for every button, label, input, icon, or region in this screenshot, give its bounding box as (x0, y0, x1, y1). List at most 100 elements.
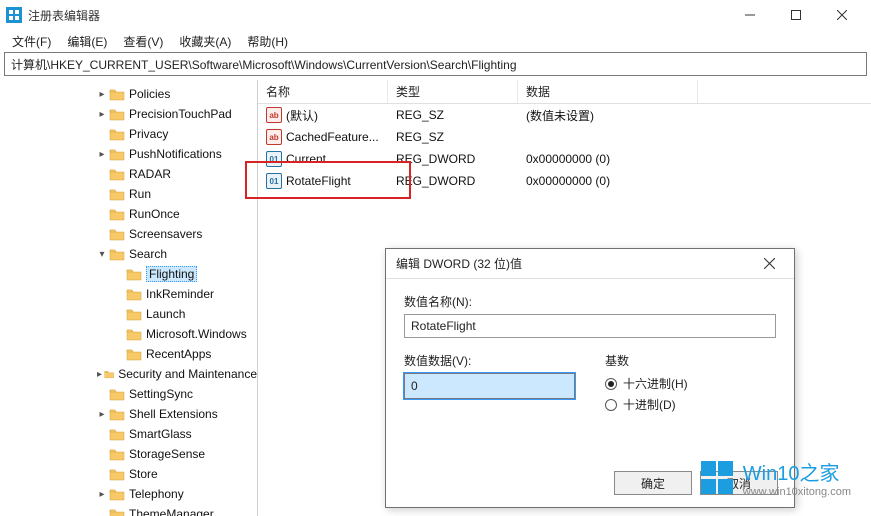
tree-item-label: Store (129, 467, 158, 481)
tree-item-label: Telephony (129, 487, 184, 501)
value-name: RotateFlight (286, 174, 351, 188)
value-type-icon: 01 (266, 173, 282, 189)
tree-item[interactable]: RADAR (0, 164, 257, 184)
radio-dec-label: 十进制(D) (623, 396, 676, 413)
tree-item-label: PushNotifications (129, 147, 222, 161)
menu-favorites[interactable]: 收藏夹(A) (171, 31, 239, 52)
list-row[interactable]: 01RotateFlightREG_DWORD0x00000000 (0) (258, 170, 871, 192)
value-name: CachedFeature... (286, 130, 379, 144)
menu-file[interactable]: 文件(F) (4, 31, 59, 52)
tree-item[interactable]: RecentApps (0, 344, 257, 364)
value-data: 0x00000000 (0) (518, 152, 698, 166)
menu-view[interactable]: 查看(V) (115, 31, 171, 52)
tree-item-label: RADAR (129, 167, 171, 181)
cancel-button[interactable]: 取消 (700, 471, 778, 495)
radio-icon (605, 378, 617, 390)
tree-item[interactable]: Flighting (0, 264, 257, 284)
expander-icon[interactable]: ▾ (95, 249, 109, 260)
tree-item-label: Policies (129, 87, 170, 101)
expander-icon[interactable]: ▸ (95, 109, 109, 120)
tree-item[interactable]: Launch (0, 304, 257, 324)
value-type-icon: ab (266, 107, 282, 123)
tree-item[interactable]: ▸ Shell Extensions (0, 404, 257, 424)
value-type: REG_SZ (388, 108, 518, 122)
tree-item[interactable]: Privacy (0, 124, 257, 144)
tree-item-label: Flighting (146, 266, 197, 282)
radio-dec[interactable]: 十进制(D) (605, 396, 776, 413)
expander-icon[interactable]: ▸ (95, 489, 109, 500)
tree-item[interactable]: SmartGlass (0, 424, 257, 444)
menu-edit[interactable]: 编辑(E) (59, 31, 115, 52)
value-name: Current (286, 152, 326, 166)
tree-item-label: Screensavers (129, 227, 202, 241)
tree-item[interactable]: ▸ PrecisionTouchPad (0, 104, 257, 124)
dialog-close-button[interactable] (754, 249, 784, 279)
tree-item-label: RunOnce (129, 207, 180, 221)
list-row[interactable]: ab(默认)REG_SZ(数值未设置) (258, 104, 871, 126)
menu-help[interactable]: 帮助(H) (239, 31, 296, 52)
tree-item-label: SettingSync (129, 387, 193, 401)
tree-item-label: ThemeManager (129, 507, 214, 516)
radio-icon (605, 399, 617, 411)
tree-item-label: StorageSense (129, 447, 205, 461)
value-name-field: RotateFlight (404, 314, 776, 338)
list-header: 名称 类型 数据 (258, 80, 871, 104)
list-row[interactable]: ab CachedFeature... REG_SZ (258, 126, 871, 148)
tree-item-label: Security and Maintenance (118, 367, 257, 381)
expander-icon[interactable]: ▸ (95, 369, 104, 380)
tree-item[interactable]: SettingSync (0, 384, 257, 404)
tree-item[interactable]: Store (0, 464, 257, 484)
value-data: 0x00000000 (0) (518, 174, 698, 188)
edit-dword-dialog: 编辑 DWORD (32 位)值 数值名称(N): RotateFlight 数… (385, 248, 795, 508)
value-type: REG_DWORD (388, 152, 518, 166)
dialog-buttons: 确定 取消 (614, 471, 778, 495)
tree-item[interactable]: ▸ Telephony (0, 484, 257, 504)
tree-item[interactable]: StorageSense (0, 444, 257, 464)
tree-item-label: Search (129, 247, 167, 261)
tree-item[interactable]: RunOnce (0, 204, 257, 224)
expander-icon[interactable]: ▸ (95, 89, 109, 100)
tree-item-label: Shell Extensions (129, 407, 218, 421)
col-name[interactable]: 名称 (258, 80, 388, 103)
tree-item-label: SmartGlass (129, 427, 192, 441)
maximize-button[interactable] (773, 0, 819, 30)
tree-item-label: Run (129, 187, 151, 201)
tree-item[interactable]: ▸ Policies (0, 84, 257, 104)
window-title: 注册表编辑器 (28, 7, 727, 24)
col-type[interactable]: 类型 (388, 80, 518, 103)
minimize-button[interactable] (727, 0, 773, 30)
tree-item-label: InkReminder (146, 287, 214, 301)
radio-hex-label: 十六进制(H) (623, 375, 688, 392)
value-type-icon: ab (266, 129, 282, 145)
close-button[interactable] (819, 0, 865, 30)
tree-item[interactable]: ThemeManager (0, 504, 257, 516)
tree-item-label: RecentApps (146, 347, 211, 361)
tree-item-label: Launch (146, 307, 185, 321)
value-type: REG_SZ (388, 130, 518, 144)
value-name: (默认) (286, 107, 318, 124)
tree-item[interactable]: ▸ Security and Maintenance (0, 364, 257, 384)
tree-item[interactable]: Screensavers (0, 224, 257, 244)
dialog-title: 编辑 DWORD (32 位)值 (396, 255, 754, 272)
value-data-input[interactable] (404, 373, 575, 399)
value-name-label: 数值名称(N): (404, 293, 776, 310)
tree-item[interactable]: ▾ Search (0, 244, 257, 264)
tree-item-label: Microsoft.Windows (146, 327, 247, 341)
tree-item[interactable]: Run (0, 184, 257, 204)
address-bar[interactable]: 计算机\HKEY_CURRENT_USER\Software\Microsoft… (4, 52, 867, 76)
regedit-icon (6, 7, 22, 23)
tree-panel[interactable]: ▸ Policies ▸ PrecisionTouchPad Privacy ▸ PushN… (0, 80, 258, 516)
radio-hex[interactable]: 十六进制(H) (605, 375, 776, 392)
tree-item[interactable]: ▸ PushNotifications (0, 144, 257, 164)
tree-item-label: PrecisionTouchPad (129, 107, 232, 121)
expander-icon[interactable]: ▸ (95, 149, 109, 160)
ok-button[interactable]: 确定 (614, 471, 692, 495)
expander-icon[interactable]: ▸ (95, 409, 109, 420)
list-row[interactable]: 01CurrentREG_DWORD0x00000000 (0) (258, 148, 871, 170)
value-data-label: 数值数据(V): (404, 352, 575, 369)
menubar: 文件(F) 编辑(E) 查看(V) 收藏夹(A) 帮助(H) (0, 30, 871, 52)
window-controls (727, 0, 865, 30)
tree-item[interactable]: InkReminder (0, 284, 257, 304)
col-data[interactable]: 数据 (518, 80, 698, 103)
tree-item[interactable]: Microsoft.Windows (0, 324, 257, 344)
